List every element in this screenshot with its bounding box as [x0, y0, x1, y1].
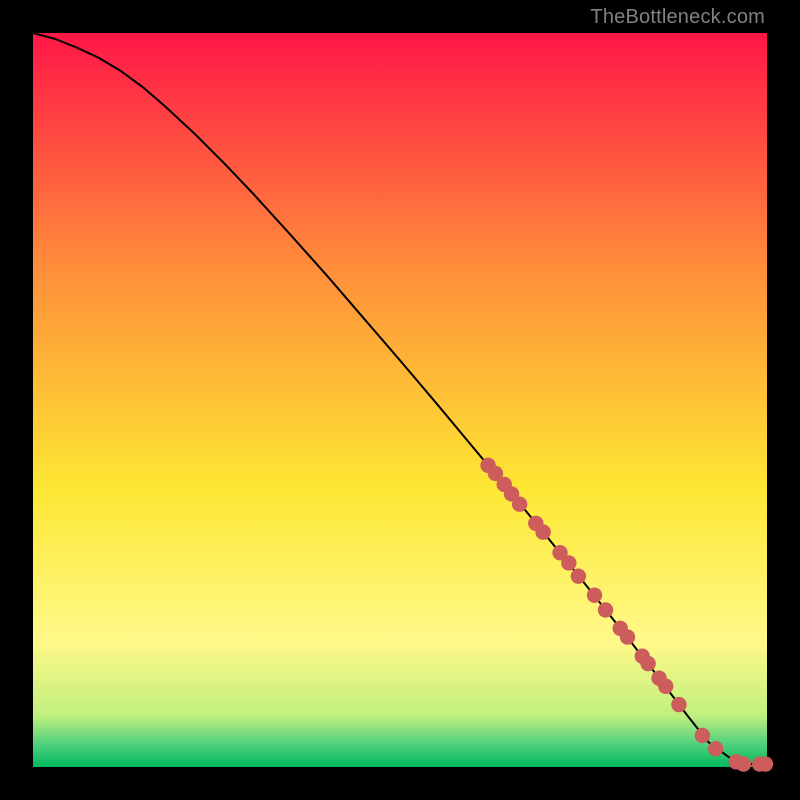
watermark-label: TheBottleneck.com — [590, 6, 765, 29]
chart-svg — [33, 33, 767, 767]
data-marker — [736, 757, 750, 771]
data-marker — [587, 588, 601, 602]
curve-line — [33, 33, 767, 764]
scatter-markers — [481, 458, 773, 771]
data-marker — [620, 630, 634, 644]
data-marker — [641, 656, 655, 670]
data-marker — [659, 679, 673, 693]
data-marker — [672, 697, 686, 711]
data-marker — [562, 556, 576, 570]
data-marker — [512, 497, 526, 511]
plot-area — [33, 33, 767, 767]
data-marker — [695, 728, 709, 742]
data-marker — [708, 741, 722, 755]
chart-stage: TheBottleneck.com — [0, 0, 800, 800]
data-marker — [598, 603, 612, 617]
data-marker — [571, 569, 585, 583]
data-marker — [758, 757, 772, 771]
data-marker — [536, 525, 550, 539]
